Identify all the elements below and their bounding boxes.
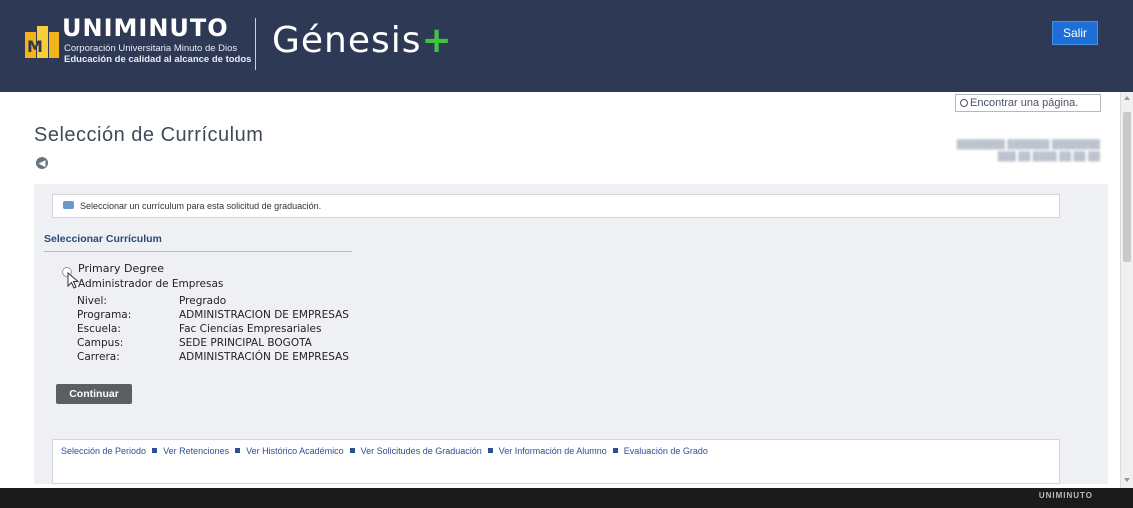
link-ver-historico[interactable]: Ver Histórico Académico (246, 446, 344, 456)
detail-label: Campus: (77, 337, 124, 349)
detail-label: Nivel: (77, 295, 107, 307)
back-arrow-icon[interactable]: ◀ (36, 157, 48, 169)
link-separator (235, 448, 241, 453)
page-content: Encontrar una página. Selección de Currí… (0, 92, 1120, 488)
link-ver-solicitudes[interactable]: Ver Solicitudes de Graduación (361, 446, 482, 456)
footer-logo: UNIMINUTO (1038, 491, 1093, 500)
detail-row: Nivel: Pregrado (77, 295, 349, 309)
footer: UNIMINUTO (0, 488, 1133, 508)
app-name: Génesis (272, 20, 422, 61)
curriculum-details: Nivel: Pregrado Programa: ADMINISTRACION D… (77, 295, 349, 365)
detail-value: ADMINISTRACIÓN DE EMPRESAS (179, 351, 349, 363)
detail-label: Programa: (77, 309, 132, 321)
search-placeholder: Encontrar una página. (970, 97, 1079, 109)
detail-label: Escuela: (77, 323, 121, 335)
link-separator (612, 448, 618, 453)
brand-tagline: Educación de calidad al alcance de todos (64, 54, 252, 65)
degree-label: Primary Degree (78, 262, 165, 275)
section-divider (44, 251, 352, 252)
detail-row: Escuela: Fac Ciencias Empresariales (77, 323, 349, 337)
logout-button[interactable]: Salir (1052, 21, 1098, 45)
detail-value: Fac Ciencias Empresariales (179, 323, 322, 335)
detail-value: Pregrado (179, 295, 227, 307)
screen: M UNIMINUTO Corporación Universitaria Mi… (0, 0, 1133, 508)
link-evaluacion-grado[interactable]: Evaluación de Grado (624, 446, 708, 456)
detail-row: Programa: ADMINISTRACION DE EMPRESAS (77, 309, 349, 323)
app-title: Génesis+ (272, 20, 453, 61)
header: M UNIMINUTO Corporación Universitaria Mi… (0, 0, 1133, 92)
link-ver-informacion[interactable]: Ver Información de Alumno (499, 446, 607, 456)
scroll-thumb[interactable] (1123, 112, 1131, 262)
svg-text:M: M (27, 37, 43, 56)
links-bar: Selección de Periodo Ver Retenciones Ver H… (52, 439, 1060, 484)
info-message: Seleccionar un currículum para esta soli… (52, 194, 1060, 218)
detail-label: Carrera: (77, 351, 120, 363)
link-seleccion-periodo[interactable]: Selección de Periodo (61, 446, 146, 456)
info-message-text: Seleccionar un currículum para esta soli… (80, 201, 322, 211)
uniminuto-logo-icon: M (25, 26, 59, 58)
brand-subtitle: Corporación Universitaria Minuto de Dios (64, 43, 238, 54)
link-separator (152, 448, 158, 453)
link-separator (349, 448, 355, 453)
scroll-up-icon[interactable] (1124, 96, 1130, 100)
detail-row: Campus: SEDE PRINCIPAL BOGOTA (77, 337, 349, 351)
detail-row: Carrera: ADMINISTRACIÓN DE EMPRESAS (77, 351, 349, 365)
link-separator (487, 448, 493, 453)
vertical-scrollbar[interactable] (1120, 92, 1133, 488)
curriculum-panel: Seleccionar un currículum para esta soli… (34, 184, 1108, 484)
continue-button[interactable]: Continuar (56, 384, 132, 404)
message-icon (63, 201, 74, 209)
search-icon (960, 99, 968, 107)
search-input[interactable]: Encontrar una página. (955, 94, 1101, 112)
user-info-blurred: ████████ ███████ ████████ ███ ██ ████ ██:… (956, 139, 1100, 161)
section-title: Seleccionar Currículum (44, 233, 162, 245)
link-ver-retenciones[interactable]: Ver Retenciones (163, 446, 229, 456)
page-title: Selección de Currículum (34, 124, 264, 146)
header-divider (255, 18, 256, 70)
scroll-down-icon[interactable] (1124, 478, 1130, 482)
app-plus: + (421, 20, 453, 61)
detail-value: SEDE PRINCIPAL BOGOTA (179, 337, 312, 349)
detail-value: ADMINISTRACION DE EMPRESAS (179, 309, 349, 321)
brand-name: UNIMINUTO (62, 14, 229, 42)
program-name: Administrador de Empresas (78, 278, 224, 290)
